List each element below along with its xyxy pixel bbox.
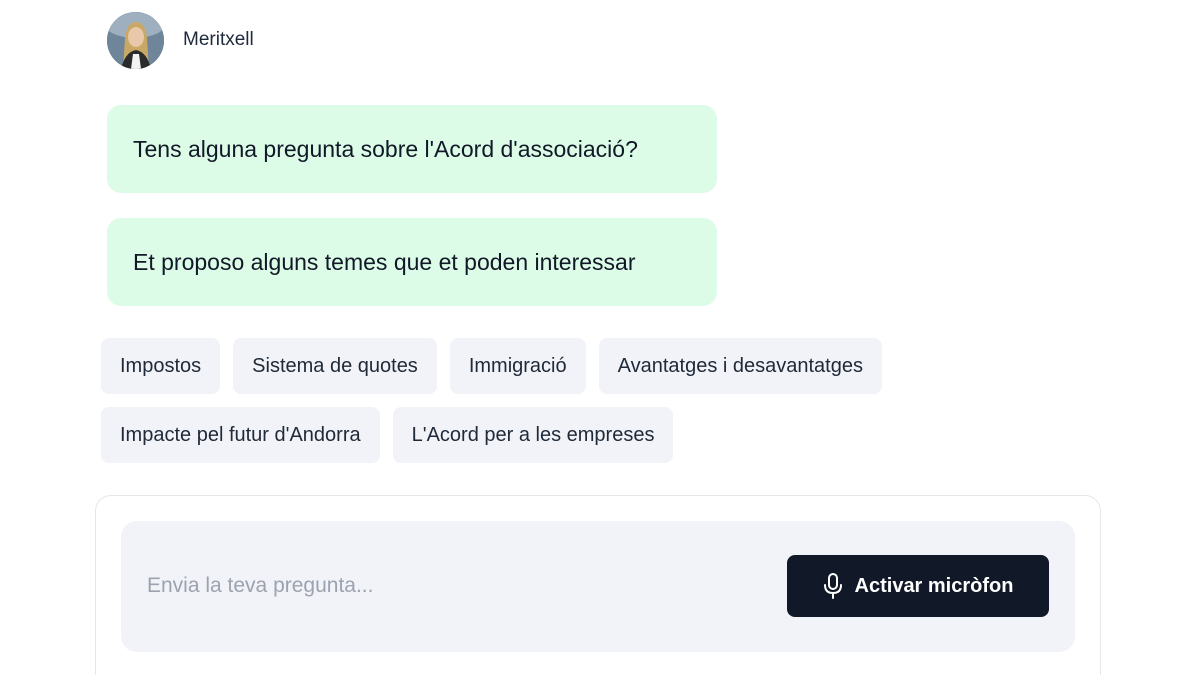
- message-composer: Activar micròfon: [95, 495, 1101, 675]
- suggestion-row: Impostos Sistema de quotes Immigració Av…: [101, 338, 882, 394]
- avatar: [107, 11, 164, 69]
- suggestion-chip-sistema-de-quotes[interactable]: Sistema de quotes: [233, 338, 437, 394]
- message-bubble: Et proposo alguns temes que et poden int…: [107, 218, 717, 306]
- mic-button-label: Activar micròfon: [854, 574, 1014, 597]
- activate-microphone-button[interactable]: Activar micròfon: [787, 555, 1049, 617]
- chat-header: Meritxell: [107, 11, 254, 69]
- message-bubble: Tens alguna pregunta sobre l'Acord d'ass…: [107, 105, 717, 193]
- message-text: Et proposo alguns temes que et poden int…: [133, 248, 636, 275]
- suggestion-row: Impacte pel futur d'Andorra L'Acord per …: [101, 407, 674, 463]
- microphone-icon: [823, 572, 843, 600]
- person-avatar-icon: [107, 11, 164, 69]
- suggestion-chip-immigracio[interactable]: Immigració: [449, 338, 586, 394]
- message-text: Tens alguna pregunta sobre l'Acord d'ass…: [133, 135, 638, 162]
- suggestion-chip-impostos[interactable]: Impostos: [101, 338, 221, 394]
- suggestion-chip-acord-empreses[interactable]: L'Acord per a les empreses: [392, 407, 674, 463]
- input-area: Activar micròfon: [121, 521, 1075, 652]
- question-input[interactable]: [147, 563, 747, 609]
- agent-name: Meritxell: [183, 29, 254, 50]
- chat-page: Meritxell Tens alguna pregunta sobre l'A…: [0, 0, 1200, 675]
- suggestion-chip-avantatges[interactable]: Avantatges i desavantatges: [598, 338, 882, 394]
- suggestion-chip-impacte-futur[interactable]: Impacte pel futur d'Andorra: [101, 407, 380, 463]
